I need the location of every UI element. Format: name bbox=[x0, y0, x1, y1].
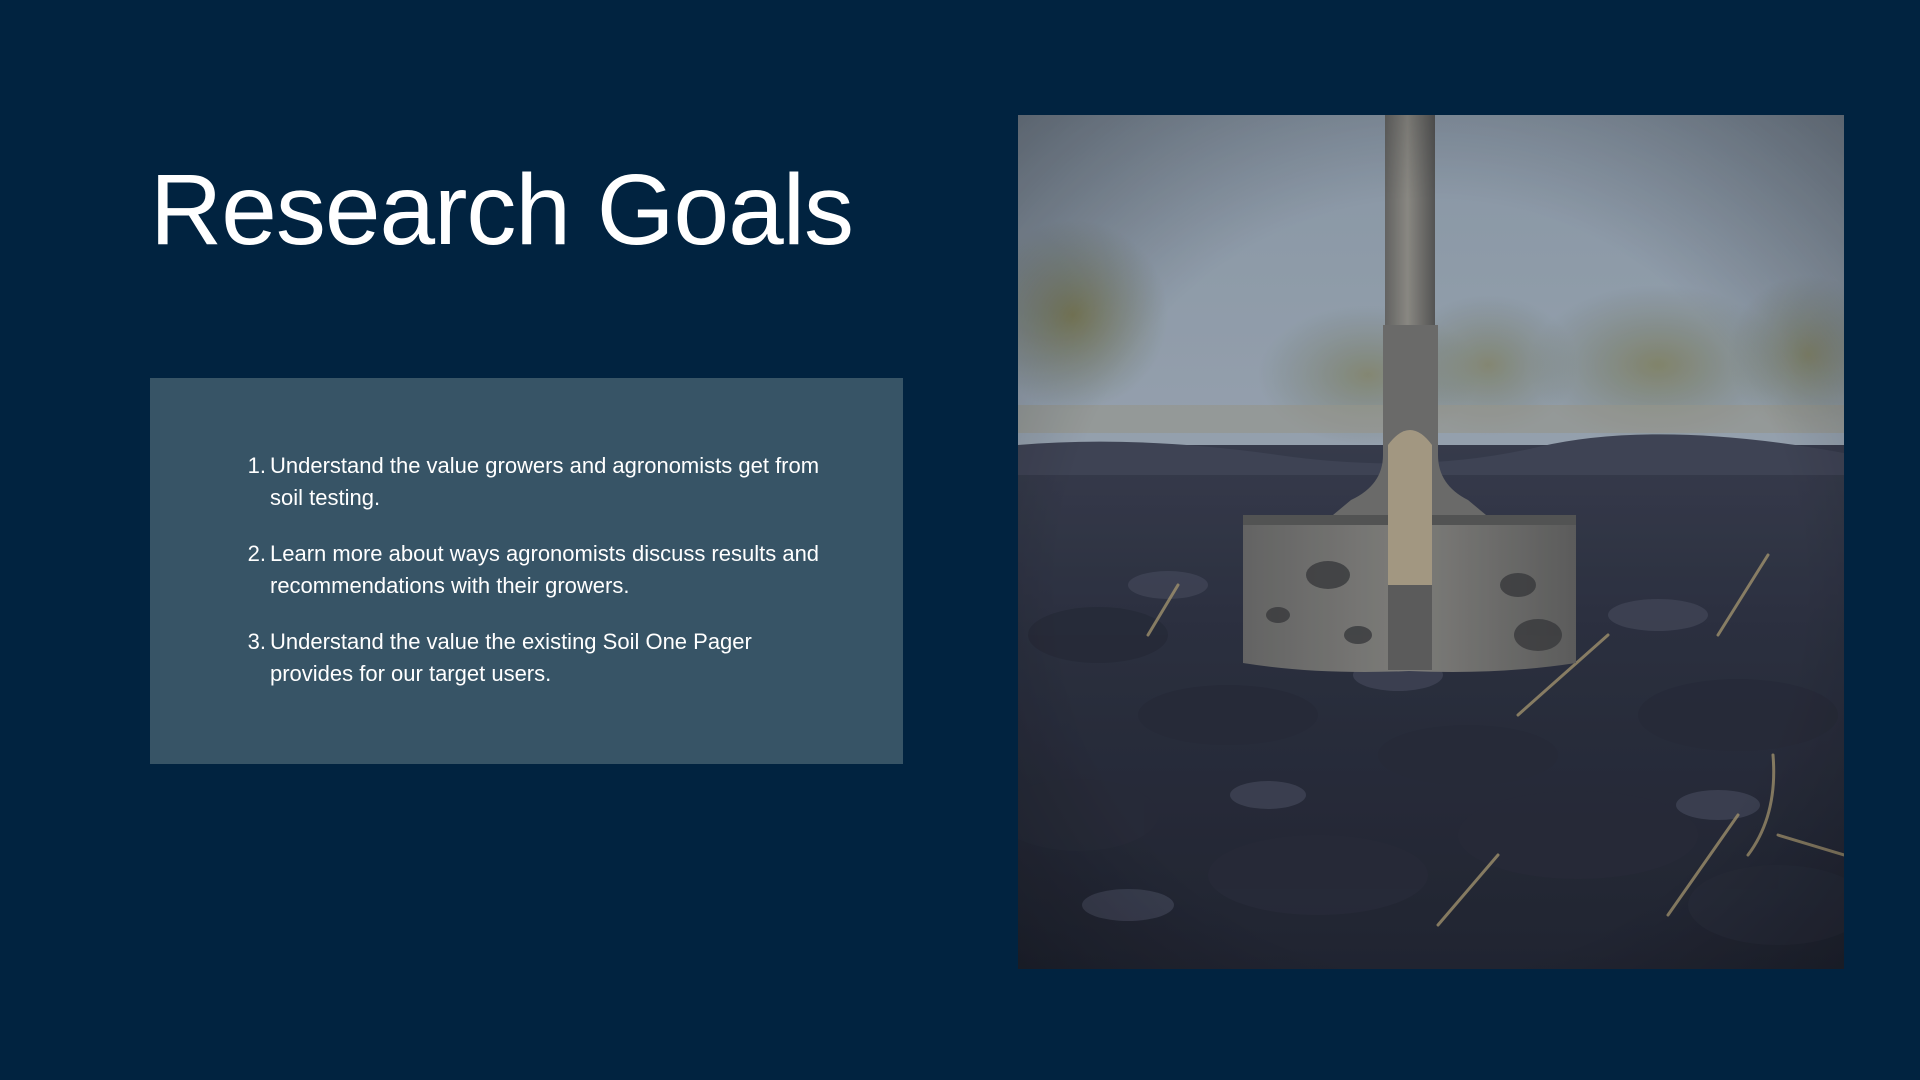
goal-text: Understand the value growers and agronom… bbox=[270, 453, 820, 510]
goal-item: 2. Learn more about ways agronomists dis… bbox=[248, 538, 830, 602]
goal-item: 3. Understand the value the existing Soi… bbox=[248, 626, 830, 690]
photo-illustration bbox=[1018, 115, 1844, 969]
goal-number: 1. bbox=[247, 453, 266, 478]
shovel-in-soil-photo bbox=[1018, 115, 1844, 969]
goal-text: Learn more about ways agronomists discus… bbox=[270, 541, 820, 598]
slide-title: Research Goals bbox=[150, 154, 854, 266]
goal-number: 3. bbox=[247, 629, 266, 654]
goals-box: 1. Understand the value growers and agro… bbox=[150, 378, 903, 764]
goal-number: 2. bbox=[247, 541, 266, 566]
goals-list: 1. Understand the value growers and agro… bbox=[248, 450, 830, 714]
goal-text: Understand the value the existing Soil O… bbox=[270, 629, 752, 686]
goal-item: 1. Understand the value growers and agro… bbox=[248, 450, 830, 514]
slide: Research Goals 1. Understand the value g… bbox=[0, 0, 1920, 1080]
